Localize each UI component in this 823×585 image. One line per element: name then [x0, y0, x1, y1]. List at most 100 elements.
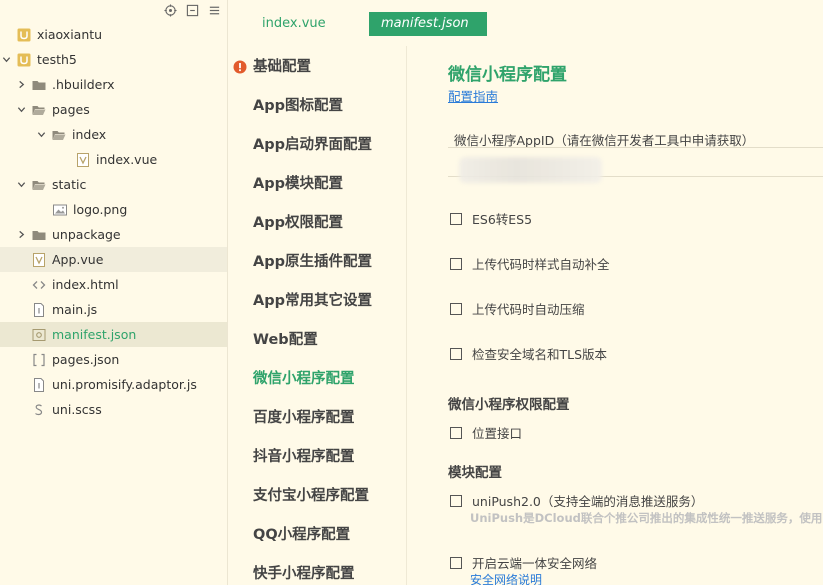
tree-project-xiaoxiantu[interactable]: xiaoxiantu	[0, 22, 227, 47]
scss-file-icon	[32, 403, 46, 417]
tree-item-label: uni.promisify.adaptor.js	[52, 377, 197, 392]
checkbox[interactable]	[450, 212, 462, 225]
json-file-icon	[32, 328, 46, 342]
option-label: ES6转ES5	[472, 212, 533, 227]
option-check-domain-tls[interactable]: 检查安全域名和TLS版本	[450, 344, 607, 363]
warning-icon	[233, 59, 247, 74]
tree-file-logo-png[interactable]: logo.png	[0, 197, 227, 222]
nav-qq-miniprogram-config[interactable]: QQ小程序配置	[253, 524, 350, 546]
tree-item-label: testh5	[37, 52, 77, 67]
tree-file-index-vue[interactable]: index.vue	[0, 147, 227, 172]
option-auto-minify[interactable]: 上传代码时自动压缩	[450, 299, 585, 318]
tree-item-label: main.js	[52, 302, 98, 317]
tree-file-app-vue[interactable]: App.vue	[0, 247, 227, 272]
collapse-all-icon[interactable]	[185, 3, 199, 17]
tree-file-pages-json[interactable]: pages.json	[0, 347, 227, 372]
nav-web-config[interactable]: Web配置	[253, 329, 318, 351]
nav-app-module-config[interactable]: App模块配置	[253, 173, 343, 195]
chevron-down-icon[interactable]	[15, 179, 27, 191]
checkbox[interactable]	[450, 302, 462, 315]
folder-icon	[32, 78, 46, 92]
checkbox[interactable]	[450, 347, 462, 360]
nav-basic-config[interactable]: 基础配置	[253, 56, 311, 78]
editor: index.vue manifest.json 基础配置 App图标配置 App…	[229, 0, 823, 585]
permission-section-title: 微信小程序权限配置	[448, 397, 570, 413]
secure-network-link[interactable]: 安全网络说明	[470, 571, 542, 585]
option-location-api[interactable]: 位置接口	[450, 423, 522, 442]
tree-item-label: manifest.json	[52, 327, 137, 342]
tree-file-manifest-json[interactable]: manifest.json	[0, 322, 227, 347]
option-auto-style-complete[interactable]: 上传代码时样式自动补全	[450, 254, 610, 273]
option-es6-to-es5[interactable]: ES6转ES5	[450, 209, 532, 228]
chevron-right-icon[interactable]	[15, 229, 27, 241]
chevron-down-icon[interactable]	[15, 104, 27, 116]
option-label: 开启云端一体安全网络	[472, 556, 598, 571]
page-title: 微信小程序配置	[448, 65, 567, 85]
js-file-icon	[32, 302, 46, 317]
folder-open-icon	[52, 128, 66, 142]
checkbox[interactable]	[450, 556, 462, 569]
nav-app-permission-config[interactable]: App权限配置	[253, 212, 343, 234]
nav-app-other-settings[interactable]: App常用其它设置	[253, 290, 372, 312]
option-label: 上传代码时自动压缩	[472, 302, 585, 317]
checkbox[interactable]	[450, 494, 462, 507]
tree-file-promisify-js[interactable]: uni.promisify.adaptor.js	[0, 372, 227, 397]
folder-icon	[32, 228, 46, 242]
image-file-icon	[53, 203, 67, 217]
tree-item-label: pages	[52, 102, 90, 117]
editor-tab-bar: index.vue manifest.json	[229, 0, 823, 46]
config-guide-link[interactable]: 配置指南	[448, 86, 498, 105]
option-label: 上传代码时样式自动补全	[472, 257, 610, 272]
option-label: uniPush2.0（支持全端的消息推送服务）	[472, 494, 704, 509]
tree-item-label: index	[72, 127, 107, 142]
tree-folder-pages[interactable]: pages	[0, 97, 227, 122]
html-file-icon	[32, 278, 46, 292]
tree-folder-static[interactable]: static	[0, 172, 227, 197]
tree-file-index-html[interactable]: index.html	[0, 272, 227, 297]
checkbox[interactable]	[450, 426, 462, 439]
js-file-icon	[32, 377, 46, 392]
file-explorer: xiaoxiantu testh5 .hbuilderx pages index…	[0, 0, 228, 585]
nav-kuaishou-miniprogram-config[interactable]: 快手小程序配置	[253, 563, 355, 585]
nav-app-splash-config[interactable]: App启动界面配置	[253, 134, 372, 156]
nav-app-icon-config[interactable]: App图标配置	[253, 95, 343, 117]
tab-manifest-json[interactable]: manifest.json	[369, 12, 487, 36]
module-section-title: 模块配置	[448, 465, 502, 481]
nav-app-native-plugin-config[interactable]: App原生插件配置	[253, 251, 372, 273]
chevron-right-icon[interactable]	[0, 29, 12, 41]
nav-wechat-miniprogram-config[interactable]: 微信小程序配置	[253, 368, 355, 390]
menu-icon[interactable]	[207, 3, 221, 17]
explorer-toolbar	[163, 3, 221, 17]
chevron-right-icon[interactable]	[15, 79, 27, 91]
checkbox[interactable]	[450, 257, 462, 270]
project-icon	[17, 53, 31, 67]
tree-folder-unpackage[interactable]: unpackage	[0, 222, 227, 247]
folder-open-icon	[32, 103, 46, 117]
redacted-appid	[459, 157, 602, 183]
chevron-down-icon[interactable]	[0, 54, 12, 66]
config-content: 微信小程序配置 配置指南 微信小程序AppID（请在微信开发者工具中申请获取） …	[407, 46, 823, 585]
json-bracket-icon	[32, 353, 46, 367]
locate-icon[interactable]	[163, 3, 177, 17]
tree-project-testh5[interactable]: testh5	[0, 47, 227, 72]
vue-file-icon	[76, 152, 90, 167]
project-icon	[17, 28, 31, 42]
nav-baidu-miniprogram-config[interactable]: 百度小程序配置	[253, 407, 355, 429]
tree-folder-index[interactable]: index	[0, 122, 227, 147]
option-secure-network[interactable]: 开启云端一体安全网络	[450, 553, 597, 572]
tree-item-label: static	[52, 177, 87, 192]
nav-douyin-miniprogram-config[interactable]: 抖音小程序配置	[253, 446, 355, 468]
nav-alipay-miniprogram-config[interactable]: 支付宝小程序配置	[253, 485, 369, 507]
chevron-down-icon[interactable]	[35, 129, 47, 141]
option-label: 检查安全域名和TLS版本	[472, 347, 608, 362]
tree-item-label: logo.png	[73, 202, 128, 217]
option-unipush[interactable]: uniPush2.0（支持全端的消息推送服务）	[450, 491, 703, 510]
vue-file-icon	[32, 252, 46, 267]
tree-file-uni-scss[interactable]: uni.scss	[0, 397, 227, 422]
tree-item-label: uni.scss	[52, 402, 102, 417]
tree-item-label: App.vue	[52, 252, 104, 267]
option-label: 位置接口	[472, 426, 523, 441]
tree-folder-hbuilderx[interactable]: .hbuilderx	[0, 72, 227, 97]
tree-file-main-js[interactable]: main.js	[0, 297, 227, 322]
tab-index-vue[interactable]: index.vue	[250, 12, 338, 36]
